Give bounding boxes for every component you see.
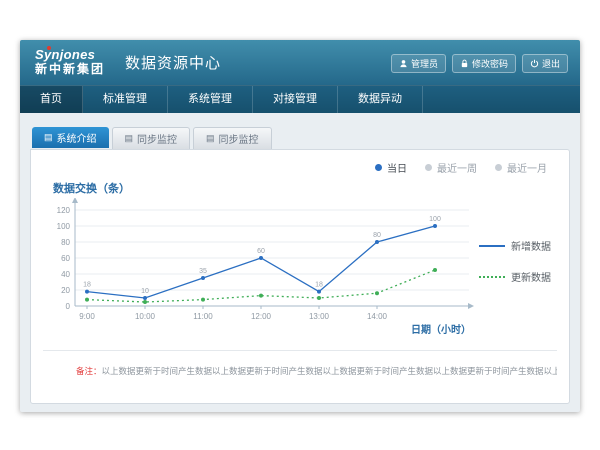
change-password-button[interactable]: 修改密码 — [452, 54, 516, 73]
divider — [43, 350, 557, 351]
logout-button[interactable]: 退出 — [522, 54, 568, 73]
nav-item-system-mgmt[interactable]: 系统管理 — [168, 86, 253, 113]
main-content: ▤ 系统介绍 ▤ 同步监控 ▤ 同步监控 当日 最近一周 — [20, 113, 580, 404]
filter-last-month-label: 最近一月 — [507, 160, 547, 175]
svg-text:80: 80 — [373, 232, 381, 239]
power-icon — [530, 59, 539, 68]
svg-text:日期（小时）: 日期（小时） — [411, 323, 471, 336]
chart-card: 当日 最近一周 最近一月 数据交换（条） 0 20 40 60 80 100 120 9:00… — [30, 149, 570, 404]
svg-text:60: 60 — [61, 254, 70, 263]
svg-text:10:00: 10:00 — [135, 312, 156, 321]
filter-today-label: 当日 — [387, 160, 407, 175]
svg-text:12:00: 12:00 — [251, 312, 272, 321]
nav-item-connection-mgmt[interactable]: 对接管理 — [253, 86, 338, 113]
svg-text:60: 60 — [257, 248, 265, 255]
legend-dot-icon — [495, 164, 502, 171]
svg-text:0: 0 — [66, 302, 71, 311]
lock-icon — [460, 59, 469, 68]
user-icon — [399, 59, 408, 68]
chart-legend: 新增数据 更新数据 — [479, 238, 551, 300]
svg-text:20: 20 — [61, 286, 70, 295]
main-nav: 首页 标准管理 系统管理 对接管理 数据异动 — [20, 85, 580, 113]
footnote-label: 备注： — [76, 366, 102, 376]
chart-y-axis-title: 数据交换（条） — [53, 180, 130, 196]
page-title: 数据资源中心 — [125, 52, 221, 73]
svg-text:80: 80 — [61, 238, 70, 247]
app-window: Synjones 新中新集团 数据资源中心 管理员 修改密码 退出 首页 标准管… — [20, 40, 580, 412]
exchange-chart: 0 20 40 60 80 100 120 9:00 10:00 11:00 12:00 13:00 1… — [45, 198, 485, 338]
svg-text:18: 18 — [83, 282, 91, 289]
tab-bar: ▤ 系统介绍 ▤ 同步监控 ▤ 同步监控 — [32, 127, 570, 149]
app-header: Synjones 新中新集团 数据资源中心 管理员 修改密码 退出 — [20, 40, 580, 85]
admin-button[interactable]: 管理员 — [391, 54, 446, 73]
legend-item-new-data[interactable]: 新增数据 — [479, 238, 551, 253]
legend-update-data-label: 更新数据 — [511, 269, 551, 284]
svg-text:9:00: 9:00 — [79, 312, 95, 321]
admin-button-label: 管理员 — [411, 57, 438, 70]
filter-last-month[interactable]: 最近一月 — [495, 160, 547, 175]
logout-button-label: 退出 — [542, 57, 560, 70]
svg-text:18: 18 — [315, 282, 323, 289]
tab-sync-monitor-1[interactable]: ▤ 同步监控 — [112, 127, 191, 149]
tab-sync-monitor-2-label: 同步监控 — [219, 131, 259, 146]
svg-text:13:00: 13:00 — [309, 312, 330, 321]
legend-dot-icon — [425, 164, 432, 171]
solid-line-icon — [479, 245, 505, 247]
svg-text:100: 100 — [429, 216, 441, 223]
nav-item-home[interactable]: 首页 — [20, 86, 83, 113]
dotted-line-icon — [479, 276, 505, 278]
svg-text:14:00: 14:00 — [367, 312, 388, 321]
footnote-text: 以上数据更新于时间产生数据以上数据更新于时间产生数据以上数据更新于时间产生数据以… — [102, 366, 557, 376]
nav-item-standard-mgmt[interactable]: 标准管理 — [83, 86, 168, 113]
svg-text:100: 100 — [57, 222, 71, 231]
legend-new-data-label: 新增数据 — [511, 238, 551, 253]
svg-text:10: 10 — [141, 288, 149, 295]
range-filters: 当日 最近一周 最近一月 — [375, 160, 547, 175]
company-logo: Synjones 新中新集团 — [35, 48, 105, 77]
change-password-button-label: 修改密码 — [472, 57, 508, 70]
tab-grid-icon: ▤ — [125, 134, 134, 143]
tab-sync-monitor-2[interactable]: ▤ 同步监控 — [193, 127, 272, 149]
logo-text: Synjones — [35, 48, 105, 63]
legend-dot-icon — [375, 164, 382, 171]
svg-text:40: 40 — [61, 270, 70, 279]
tab-sync-monitor-1-label: 同步监控 — [137, 131, 177, 146]
logo-subtext: 新中新集团 — [35, 63, 105, 77]
svg-text:120: 120 — [57, 206, 71, 215]
footnote: 备注：以上数据更新于时间产生数据以上数据更新于时间产生数据以上数据更新于时间产生… — [76, 365, 557, 377]
header-buttons: 管理员 修改密码 退出 — [391, 54, 568, 73]
tab-grid-icon: ▤ — [206, 134, 215, 143]
legend-item-update-data[interactable]: 更新数据 — [479, 269, 551, 284]
tab-system-intro-label: 系统介绍 — [57, 130, 97, 145]
svg-text:11:00: 11:00 — [193, 312, 213, 321]
nav-item-data-change[interactable]: 数据异动 — [338, 86, 423, 113]
tab-system-intro[interactable]: ▤ 系统介绍 — [32, 127, 109, 148]
filter-today[interactable]: 当日 — [375, 160, 407, 175]
filter-last-week-label: 最近一周 — [437, 160, 477, 175]
tab-grid-icon: ▤ — [44, 133, 53, 142]
svg-text:35: 35 — [199, 268, 207, 275]
filter-last-week[interactable]: 最近一周 — [425, 160, 477, 175]
